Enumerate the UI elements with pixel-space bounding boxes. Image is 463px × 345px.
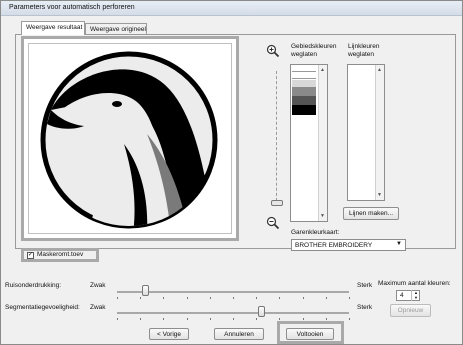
noise-min-label: Zwak — [90, 282, 106, 289]
line-colors-label: Lijnkleuren weglaten — [348, 43, 380, 58]
max-colors-spinner[interactable]: ▲ ▼ — [411, 290, 420, 301]
create-lines-button[interactable]: Lijnen maken... — [343, 207, 399, 220]
zoom-slider-thumb[interactable] — [271, 200, 283, 206]
chevron-down-icon[interactable]: ▼ — [396, 241, 402, 247]
preview-frame — [21, 36, 239, 241]
slider-tick — [349, 318, 350, 320]
line-colors-scrollbar[interactable]: ▲ ▼ — [375, 65, 384, 200]
scroll-up-icon[interactable]: ▲ — [320, 67, 325, 73]
region-colors-list[interactable]: ▲ ▼ — [290, 64, 328, 222]
mask-checkbox-frame: ✓ Maskeromt.toev — [21, 248, 99, 262]
segmentation-max-label: Sterk — [357, 304, 373, 311]
slider-tick — [349, 297, 350, 299]
slider-tick — [186, 318, 188, 320]
max-colors-label: Maximum aantal kleuren: — [378, 280, 451, 287]
segmentation-slider-thumb[interactable] — [257, 306, 265, 317]
slider-tick — [140, 297, 142, 299]
scroll-down-icon[interactable]: ▼ — [320, 213, 325, 219]
region-colors-label: Gebiedskleuren weglaten — [291, 43, 337, 58]
tab-result-view[interactable]: Weergave resultaat — [21, 21, 85, 35]
slider-tick — [209, 297, 211, 299]
thread-chart-value: BROTHER EMBROIDERY — [295, 242, 373, 249]
slider-tick — [256, 297, 258, 299]
segmentation-min-label: Zwak — [90, 304, 106, 311]
back-button[interactable]: < Vorige — [149, 328, 189, 340]
segmentation-slider-track[interactable] — [117, 312, 349, 314]
finish-button[interactable]: Voltooien — [286, 328, 334, 340]
slider-tick — [140, 318, 142, 320]
slider-tick — [117, 318, 118, 320]
color-swatch[interactable] — [292, 80, 316, 87]
slider-tick — [256, 318, 258, 320]
slider-tick — [302, 318, 304, 320]
noise-slider-track[interactable] — [117, 291, 349, 293]
noise-label: Ruisonderdrukking: — [5, 282, 62, 289]
slider-tick — [279, 297, 281, 299]
slider-tick — [186, 297, 188, 299]
slider-tick — [233, 297, 234, 299]
line-colors-list[interactable]: ▲ ▼ — [347, 64, 385, 201]
slider-tick — [325, 318, 327, 320]
noise-max-label: Sterk — [357, 282, 373, 289]
color-swatch[interactable] — [292, 66, 316, 72]
color-swatch[interactable] — [292, 105, 316, 115]
scroll-up-icon[interactable]: ▲ — [377, 67, 382, 73]
zoom-in-icon[interactable] — [266, 44, 280, 58]
color-swatch[interactable] — [292, 96, 316, 105]
refresh-button[interactable]: Opnieuw — [390, 304, 431, 317]
segmentation-label: Segmentatiegevoeligheid: — [5, 304, 80, 311]
zoom-out-icon[interactable] — [266, 216, 280, 230]
slider-tick — [279, 318, 281, 320]
dialog-title: Parameters voor automatisch perforeren — [1, 1, 462, 16]
region-colors-scrollbar[interactable]: ▲ ▼ — [318, 65, 327, 221]
zoom-slider-track[interactable] — [276, 71, 277, 206]
result-preview-image — [28, 43, 232, 234]
penguin-image — [40, 51, 218, 229]
thread-chart-label: Garenkleurkaart: — [291, 229, 340, 236]
slider-tick — [163, 297, 165, 299]
scroll-down-icon[interactable]: ▼ — [377, 192, 382, 198]
mask-checkbox-label: Maskeromt.toev — [37, 251, 84, 258]
thread-chart-select[interactable]: BROTHER EMBROIDERY ▼ — [291, 239, 406, 251]
slider-tick — [117, 297, 118, 299]
mask-checkbox[interactable]: ✓ — [27, 252, 34, 259]
slider-tick — [233, 318, 234, 320]
color-swatch[interactable] — [292, 87, 316, 96]
noise-slider-thumb[interactable] — [141, 285, 149, 296]
slider-tick — [163, 318, 165, 320]
auto-punch-dialog: Parameters voor automatisch perforeren W… — [0, 0, 463, 345]
color-swatch[interactable] — [292, 73, 316, 79]
cancel-button[interactable]: Annuleren — [214, 328, 264, 340]
slider-tick — [209, 318, 211, 320]
slider-tick — [325, 297, 327, 299]
slider-tick — [302, 297, 304, 299]
